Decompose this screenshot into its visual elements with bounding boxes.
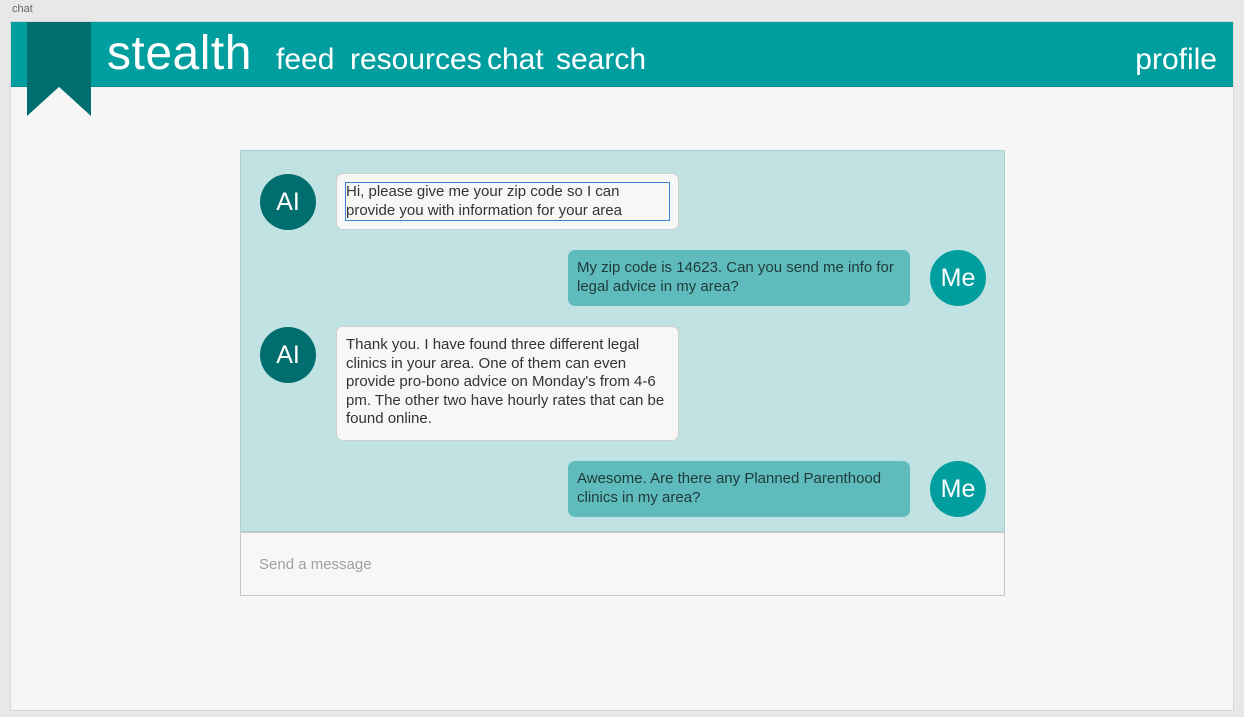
message-input[interactable] [240,532,1005,596]
chat-page: stealth feed resources chat search profi… [10,21,1234,711]
nav-link-profile[interactable]: profile [1135,42,1217,78]
message-text: My zip code is 14623. Can you send me in… [577,259,894,295]
user-avatar: Me [930,250,986,306]
message-text[interactable]: Hi, please give me your zip code so I ca… [345,182,670,221]
top-navigation-bar: stealth feed resources chat search profi… [11,22,1233,87]
ai-message-bubble: Hi, please give me your zip code so I ca… [336,173,679,230]
message-text: Awesome. Are there any Planned Parenthoo… [577,470,882,506]
nav-link-feed[interactable]: feed [276,42,334,78]
ai-avatar: AI [260,174,316,230]
ai-message-bubble: Thank you. I have found three different … [336,326,679,441]
message-text: Thank you. I have found three different … [346,336,665,427]
chat-message-list[interactable]: AI Hi, please give me your zip code so I… [240,150,1005,532]
nav-link-resources[interactable]: resources [350,42,482,78]
ai-avatar: AI [260,327,316,383]
user-message-bubble: My zip code is 14623. Can you send me in… [568,250,910,306]
nav-link-search[interactable]: search [556,42,646,78]
artboard-label: chat [12,3,33,15]
user-message-bubble: Awesome. Are there any Planned Parenthoo… [568,461,910,517]
nav-link-chat[interactable]: chat [487,42,544,78]
brand-title[interactable]: stealth [107,26,252,82]
user-avatar: Me [930,461,986,517]
bookmark-ribbon-icon [27,22,91,116]
